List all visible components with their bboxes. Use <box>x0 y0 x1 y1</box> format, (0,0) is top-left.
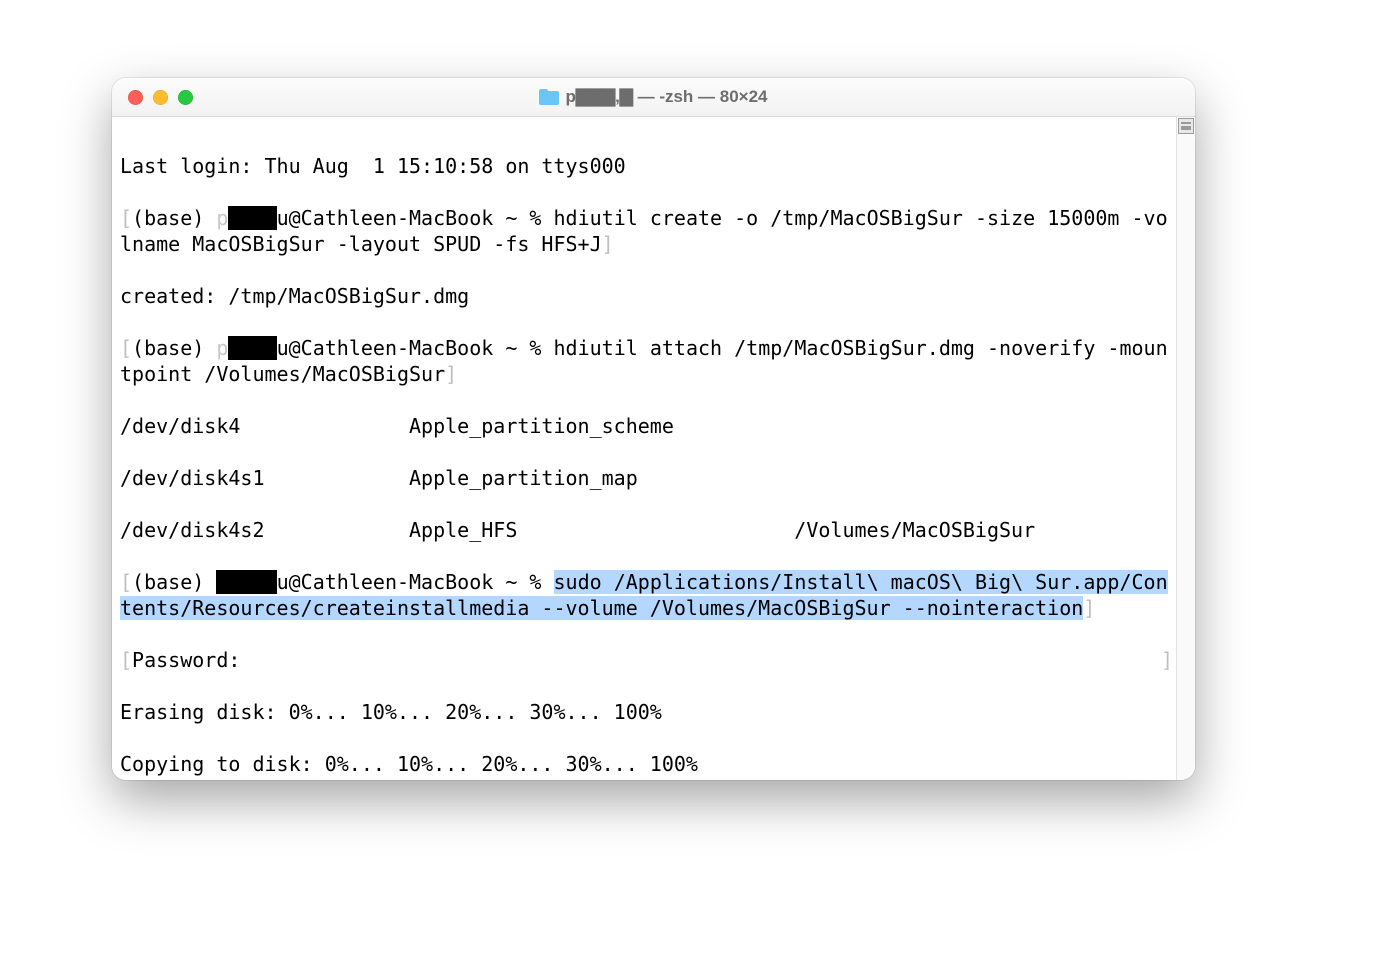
line-cmd2-out2: /dev/disk4s1 Apple_partition_map <box>116 465 1177 491</box>
folder-icon <box>539 89 559 105</box>
line-erasing: Erasing disk: 0%... 10%... 20%... 30%...… <box>116 699 1177 725</box>
line-cmd2-out3: /dev/disk4s2 Apple_HFS /Volumes/MacOSBig… <box>116 517 1177 543</box>
line-cmd3: [(base) ▇▇▇▇▇u@Cathleen-MacBook ~ % sudo… <box>116 569 1177 621</box>
terminal-area[interactable]: Last login: Thu Aug 1 15:10:58 on ttys00… <box>112 117 1195 780</box>
zoom-button[interactable] <box>178 90 193 105</box>
line-last-login: Last login: Thu Aug 1 15:10:58 on ttys00… <box>116 153 1177 179</box>
line-cmd1: [(base) p▇▇▇▇u@Cathleen-MacBook ~ % hdiu… <box>116 205 1177 257</box>
window-title: p▇▇▇,▇ — -zsh — 80×24 <box>112 87 1195 107</box>
line-copying: Copying to disk: 0%... 10%... 20%... 30%… <box>116 751 1177 777</box>
title-user: p▇▇▇,▇ <box>565 87 632 106</box>
line-cmd2: [(base) p▇▇▇▇u@Cathleen-MacBook ~ % hdiu… <box>116 335 1177 387</box>
title-suffix: — -zsh — 80×24 <box>633 87 768 106</box>
titlebar[interactable]: p▇▇▇,▇ — -zsh — 80×24 <box>112 78 1195 117</box>
minimize-button[interactable] <box>153 90 168 105</box>
close-button[interactable] <box>128 90 143 105</box>
terminal-output[interactable]: Last login: Thu Aug 1 15:10:58 on ttys00… <box>112 117 1177 780</box>
scroll-indicator-icon[interactable] <box>1178 118 1194 134</box>
line-cmd1-out: created: /tmp/MacOSBigSur.dmg <box>116 283 1177 309</box>
window-controls <box>112 90 193 105</box>
line-cmd2-out1: /dev/disk4 Apple_partition_scheme <box>116 413 1177 439</box>
line-password: [Password:] <box>116 647 1177 673</box>
terminal-window: p▇▇▇,▇ — -zsh — 80×24 Last login: Thu Au… <box>112 78 1195 780</box>
scrollbar-track[interactable] <box>1176 117 1195 780</box>
